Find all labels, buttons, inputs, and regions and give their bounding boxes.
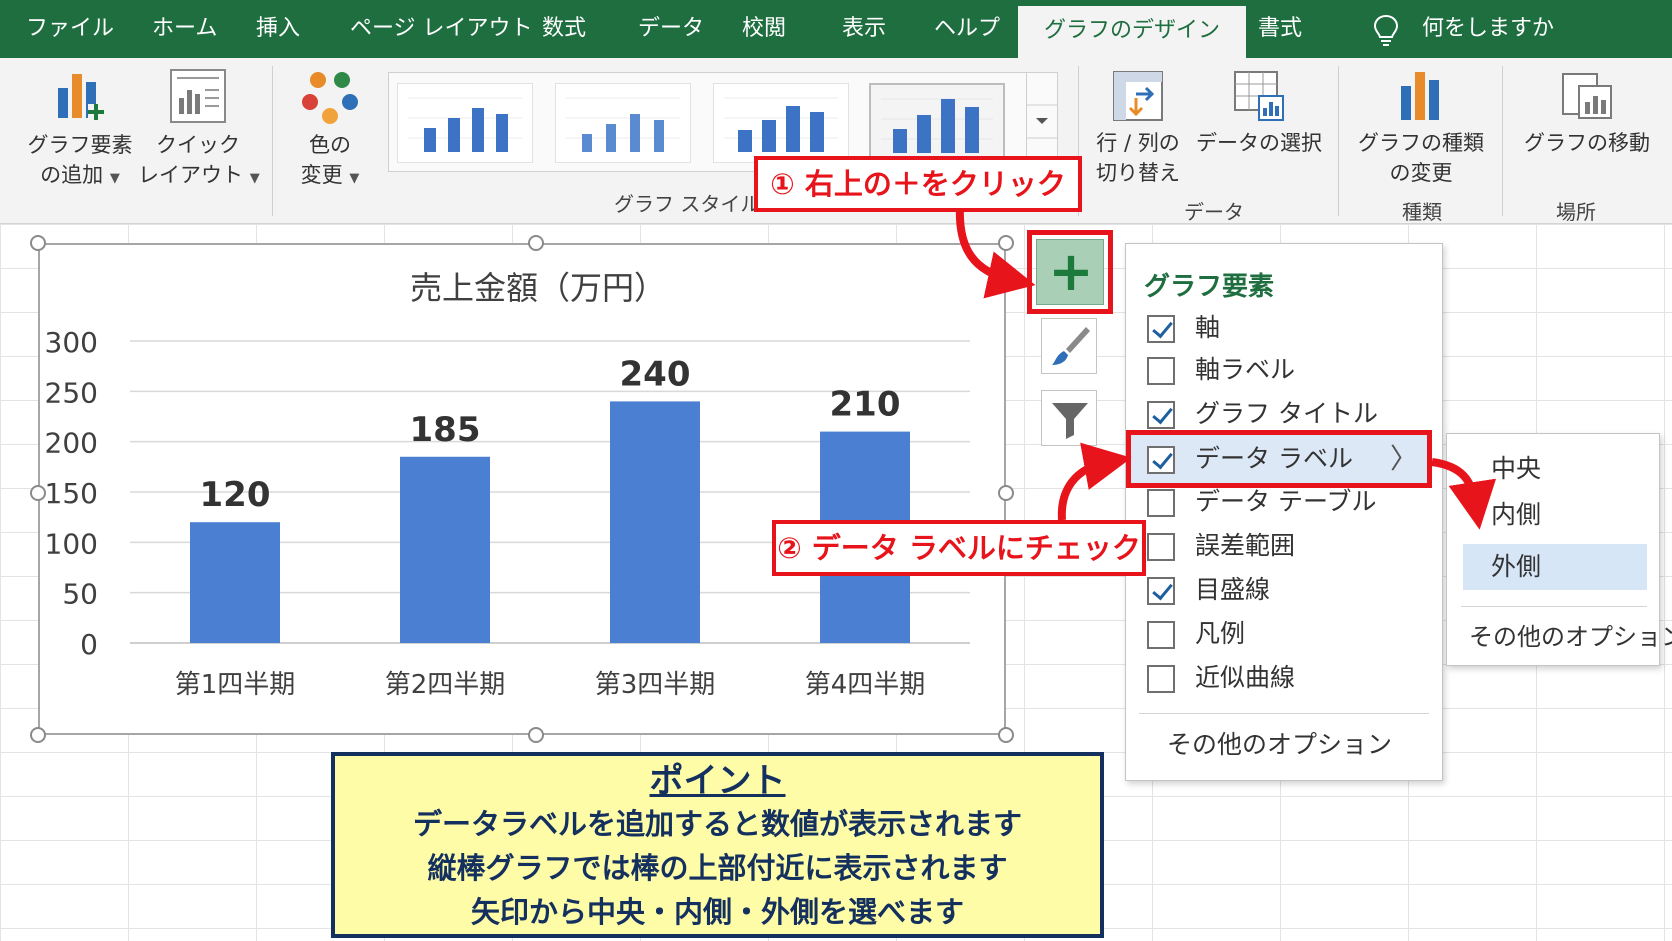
point-note-box: ポイント データラベルを追加すると数値が表示されます 縦棒グラフでは棒の上部付近…	[331, 752, 1104, 938]
arrow-to-data-labels	[1057, 442, 1132, 521]
arrow-to-submenu	[1431, 458, 1497, 530]
point-title: ポイント	[649, 761, 786, 801]
callout-step1: ① 右上の＋をクリック	[754, 156, 1082, 212]
point-line: データラベルを追加すると数値が表示されます	[412, 807, 1022, 841]
arrow-to-plus-button	[955, 205, 1036, 299]
point-line: 矢印から中央・内側・外側を選べます	[470, 895, 964, 929]
point-line: 縦棒グラフでは棒の上部付近に表示されます	[427, 851, 1008, 885]
callout-step2: ② データ ラベルにチェック	[772, 520, 1146, 576]
